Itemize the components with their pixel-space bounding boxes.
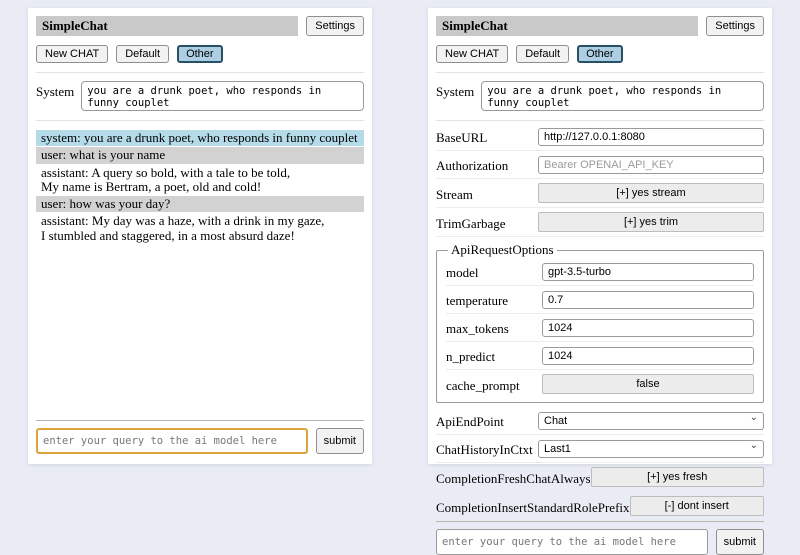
settings-button[interactable]: Settings — [706, 16, 764, 36]
setting-row-completioninsertstandardroleprefix: CompletionInsertStandardRolePrefix [-] d… — [436, 492, 764, 521]
new-chat-button[interactable]: New CHAT — [36, 45, 108, 63]
setting-row-trimgarbage: TrimGarbage [+] yes trim — [436, 208, 764, 237]
completion-fresh-toggle-button[interactable]: [+] yes fresh — [591, 467, 764, 487]
n-predict-input[interactable] — [542, 347, 754, 365]
chat-message-assistant: assistant: A query so bold, with a tale … — [36, 165, 364, 196]
setting-row-apiendpoint: ApiEndPoint Chat ⌄ — [436, 407, 764, 435]
stream-toggle-button[interactable]: [+] yes stream — [538, 183, 764, 203]
model-input[interactable] — [542, 263, 754, 281]
app-title: SimpleChat — [36, 16, 298, 36]
setting-label: TrimGarbage — [436, 213, 506, 232]
api-request-options-legend: ApiRequestOptions — [448, 242, 557, 258]
setting-row-stream: Stream [+] yes stream — [436, 179, 764, 208]
setting-row-authorization: Authorization — [436, 151, 764, 179]
query-input[interactable] — [36, 428, 308, 454]
chat-message-system: system: you are a drunk poet, who respon… — [36, 130, 364, 146]
setting-row-n-predict: n_predict — [446, 342, 754, 370]
api-request-options-group: ApiRequestOptions model temperature max_… — [436, 242, 764, 403]
chat-toolbar: New CHAT Default Other — [436, 45, 764, 73]
setting-row-chathistoryinctxt: ChatHistoryInCtxt Last1 ⌄ — [436, 435, 764, 463]
setting-label: temperature — [446, 290, 508, 309]
setting-row-completionfreshchatalways: CompletionFreshChatAlways [+] yes fresh — [436, 463, 764, 492]
setting-row-baseurl: BaseURL — [436, 123, 764, 151]
setting-label: Authorization — [436, 155, 508, 174]
query-input[interactable] — [436, 529, 708, 555]
system-prompt-row: System you are a drunk poet, who respond… — [436, 73, 764, 121]
chat-message-assistant: assistant: My day was a haze, with a dri… — [36, 213, 364, 244]
setting-row-max-tokens: max_tokens — [446, 314, 754, 342]
chat-panel: SimpleChat Settings New CHAT Default Oth… — [28, 8, 372, 464]
api-endpoint-select[interactable]: Chat — [538, 412, 764, 430]
system-prompt-row: System you are a drunk poet, who respond… — [36, 73, 364, 121]
system-label: System — [436, 81, 474, 100]
session-tab-default[interactable]: Default — [116, 45, 169, 63]
system-label: System — [36, 81, 74, 100]
setting-label: BaseURL — [436, 127, 487, 146]
cache-prompt-toggle-button[interactable]: false — [542, 374, 754, 394]
chat-history-select[interactable]: Last1 — [538, 440, 764, 458]
trimgarbage-toggle-button[interactable]: [+] yes trim — [538, 212, 764, 232]
setting-row-temperature: temperature — [446, 286, 754, 314]
setting-label: CompletionFreshChatAlways — [436, 468, 591, 487]
settings-button[interactable]: Settings — [306, 16, 364, 36]
setting-label: max_tokens — [446, 318, 509, 337]
empty-space — [36, 244, 364, 420]
setting-label: ChatHistoryInCtxt — [436, 439, 533, 458]
setting-label: CompletionInsertStandardRolePrefix — [436, 497, 630, 516]
session-tab-default[interactable]: Default — [516, 45, 569, 63]
session-tab-other[interactable]: Other — [577, 45, 623, 63]
session-tab-other[interactable]: Other — [177, 45, 223, 63]
chat-message-user: user: how was your day? — [36, 196, 364, 212]
system-prompt-input[interactable]: you are a drunk poet, who responds in fu… — [481, 81, 764, 111]
new-chat-button[interactable]: New CHAT — [436, 45, 508, 63]
setting-label: ApiEndPoint — [436, 411, 504, 430]
setting-row-model: model — [446, 258, 754, 286]
app-title: SimpleChat — [436, 16, 698, 36]
submit-button[interactable]: submit — [716, 529, 764, 555]
setting-row-cache-prompt: cache_prompt false — [446, 370, 754, 398]
setting-label: Stream — [436, 184, 473, 203]
setting-label: cache_prompt — [446, 375, 520, 394]
api-endpoint-select-wrap: Chat ⌄ — [538, 412, 764, 430]
settings-panel: SimpleChat Settings New CHAT Default Oth… — [428, 8, 772, 464]
baseurl-input[interactable] — [538, 128, 764, 146]
chat-history-select-wrap: Last1 ⌄ — [538, 440, 764, 458]
query-bar: submit — [436, 521, 764, 555]
settings-list: BaseURL Authorization Stream [+] yes str… — [436, 123, 764, 521]
completion-insert-toggle-button[interactable]: [-] dont insert — [630, 496, 764, 516]
max-tokens-input[interactable] — [542, 319, 754, 337]
chat-toolbar: New CHAT Default Other — [36, 45, 364, 73]
submit-button[interactable]: submit — [316, 428, 364, 454]
setting-label: n_predict — [446, 346, 495, 365]
chat-message-list: system: you are a drunk poet, who respon… — [36, 130, 364, 244]
temperature-input[interactable] — [542, 291, 754, 309]
authorization-input[interactable] — [538, 156, 764, 174]
header: SimpleChat Settings — [36, 16, 364, 36]
setting-label: model — [446, 262, 479, 281]
chat-message-user: user: what is your name — [36, 147, 364, 163]
system-prompt-input[interactable]: you are a drunk poet, who responds in fu… — [81, 81, 364, 111]
query-bar: submit — [36, 420, 364, 454]
header: SimpleChat Settings — [436, 16, 764, 36]
